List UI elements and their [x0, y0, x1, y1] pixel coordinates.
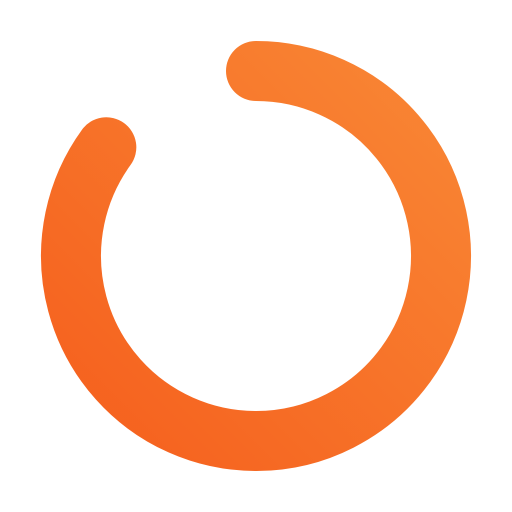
progress-arc — [41, 41, 471, 471]
loading-ring-icon — [41, 41, 471, 471]
app-icon-canvas — [0, 0, 512, 512]
